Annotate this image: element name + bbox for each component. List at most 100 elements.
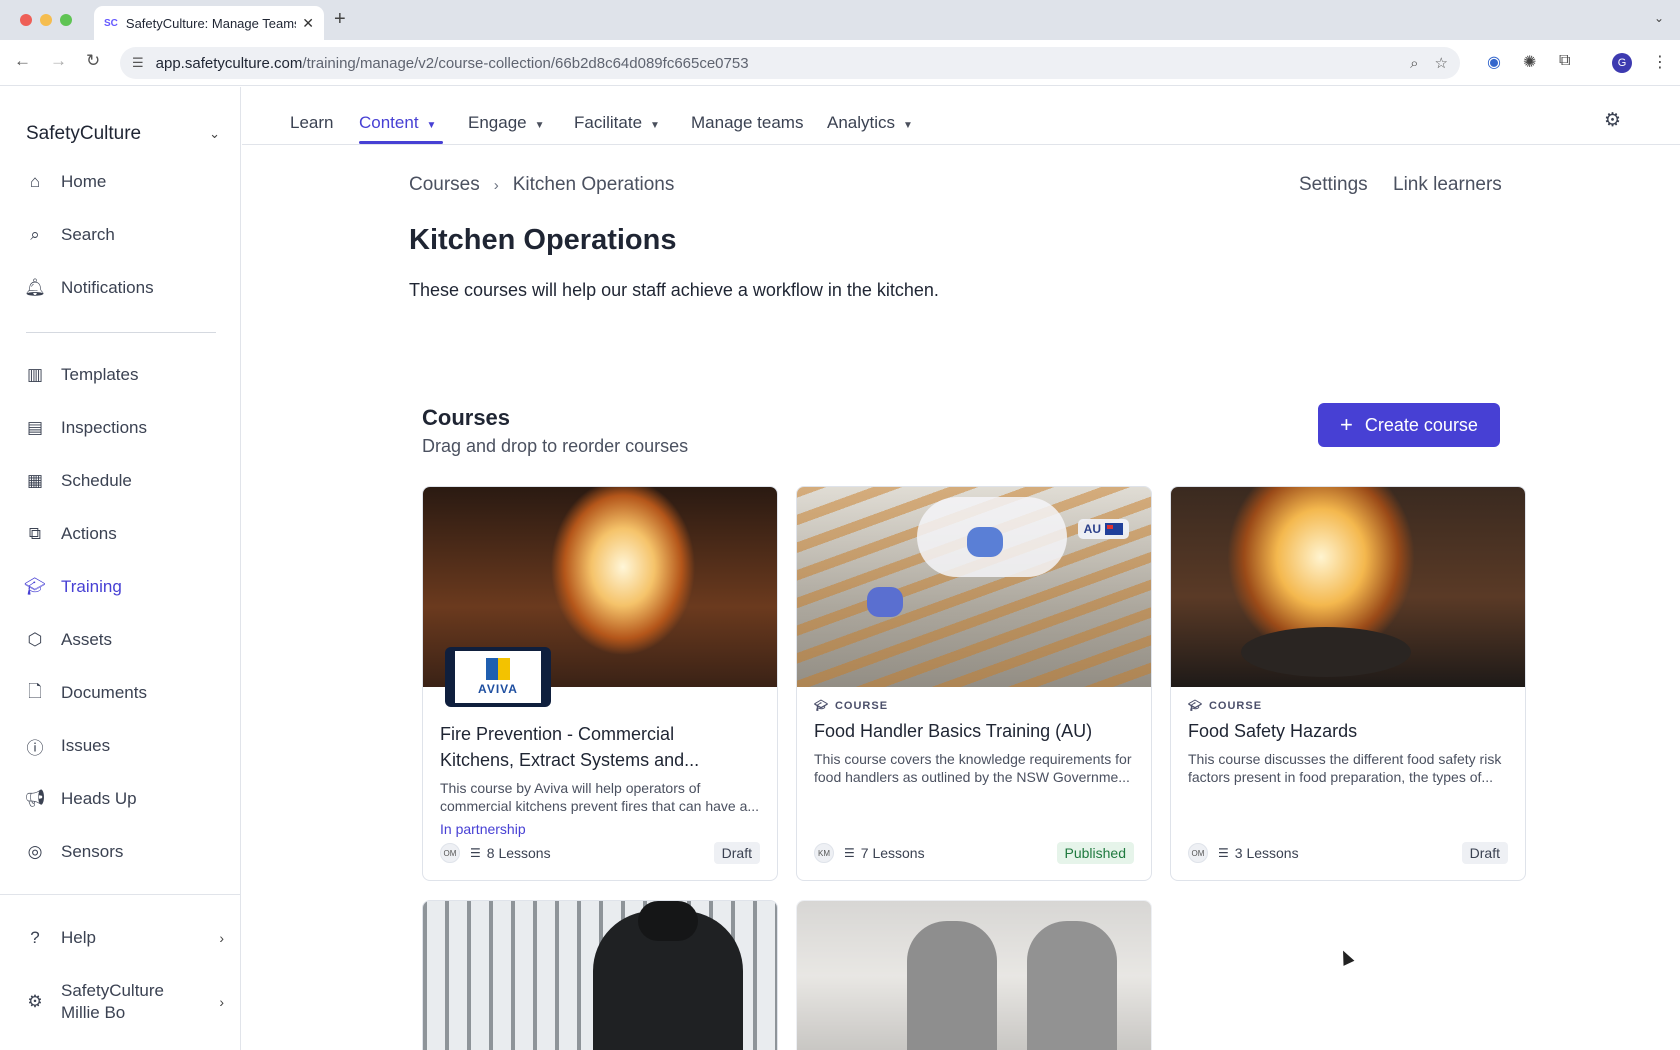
course-title: Fire Prevention - Commercial Kitchens, E… <box>440 721 760 773</box>
sidebar-item-notifications[interactable]: 🔔︎ Notifications <box>24 277 154 299</box>
tab-learn[interactable]: Learn <box>290 113 333 133</box>
course-title: Food Handler Basics Training (AU) <box>814 721 1093 741</box>
tab-facilitate[interactable]: Facilitate ▼ <box>574 113 660 133</box>
settings-link[interactable]: Settings <box>1299 174 1368 196</box>
sidebar-account[interactable]: ⚙ SafetyCulture Millie Bo › <box>24 980 224 1024</box>
maximize-window-button[interactable] <box>60 14 72 26</box>
reload-icon[interactable]: ↻ <box>86 51 100 71</box>
url-domain: app.safetyculture.com <box>155 54 303 72</box>
address-bar[interactable]: ☰ app.safetyculture.com/training/manage/… <box>120 47 1460 79</box>
tab-manage-teams[interactable]: Manage teams <box>691 113 803 133</box>
sidebar-item-label: Documents <box>61 683 147 702</box>
course-card-footer: KM ☰ 7 Lessons Published <box>814 842 1134 864</box>
tab-engage[interactable]: Engage ▼ <box>468 113 545 133</box>
caret-down-icon: ▼ <box>426 120 437 131</box>
settings-gear-icon[interactable]: ⚙ <box>1604 109 1621 132</box>
sidebar-item-label: Sensors <box>61 842 124 861</box>
sidebar-item-assets[interactable]: ⬡ Assets <box>24 629 112 651</box>
caret-down-icon: ▼ <box>534 120 545 131</box>
bell-icon: 🔔︎ <box>24 278 46 297</box>
actions-icon: ⧉ <box>28 524 42 543</box>
org-switcher[interactable]: SafetyCulture ⌄ <box>26 123 220 145</box>
alert-icon: ⓘ <box>26 738 44 758</box>
megaphone-icon: 📢︎ <box>24 789 46 808</box>
course-description-line: This course discusses the different food… <box>1188 751 1502 767</box>
page-title: Kitchen Operations <box>409 224 677 256</box>
sidebar-item-label: Heads Up <box>61 789 137 808</box>
course-card[interactable] <box>796 900 1152 1050</box>
create-course-label: Create course <box>1364 414 1478 435</box>
password-manager-icon[interactable]: ◉ <box>1487 52 1501 72</box>
clipboard-icon: ▤ <box>26 418 44 437</box>
url-text: app.safetyculture.com/training/manage/v2… <box>156 55 1394 72</box>
sidebar-item-label: Actions <box>61 524 117 543</box>
forward-icon[interactable]: → <box>50 51 67 71</box>
safetyculture-favicon-icon: SC <box>104 17 118 29</box>
course-description: This course by Aviva will help operators… <box>440 779 760 815</box>
course-title-line: Kitchens, Extract Systems and... <box>440 750 700 770</box>
sidebar-item-templates[interactable]: ▥ Templates <box>24 364 139 386</box>
browser-tab-active[interactable]: SC SafetyCulture: Manage Teams ✕ <box>94 6 324 40</box>
status-badge: Draft <box>713 842 760 864</box>
aviva-logo: AVIVA <box>445 647 551 707</box>
course-card[interactable]: AU 🎓︎ COURSE Food Handler Basics Training… <box>796 486 1152 881</box>
course-description: This course discusses the different food… <box>1188 750 1508 786</box>
sidebar-item-search[interactable]: ⌕ Search <box>24 224 115 246</box>
sidebar-item-sensors[interactable]: ◎ Sensors <box>24 841 124 863</box>
course-description-line: commercial kitchens prevent fires that c… <box>440 798 760 814</box>
sidebar-help[interactable]: ? Help › <box>24 927 224 949</box>
zoom-icon[interactable]: ⌕ <box>1410 55 1418 72</box>
aviva-logo-inner: AVIVA <box>455 651 541 703</box>
sidebar-item-documents[interactable]: 🗋︎ Documents <box>24 682 147 704</box>
courses-section-subtitle: Drag and drop to reorder courses <box>422 436 689 456</box>
browser-menu-icon[interactable]: ⋮ <box>1652 52 1668 72</box>
tab-analytics[interactable]: Analytics ▼ <box>827 113 913 133</box>
tab-label: Analytics <box>827 113 896 132</box>
close-window-button[interactable] <box>20 14 32 26</box>
sidebar-item-label: Notifications <box>61 278 154 297</box>
sidebar-item-label: Assets <box>61 630 113 649</box>
aviva-mark-icon <box>486 658 510 680</box>
bookmark-star-icon[interactable]: ☆ <box>1435 54 1448 72</box>
list-icon: ☰ <box>1218 846 1229 860</box>
course-kind-text: COURSE <box>1208 699 1263 712</box>
sidebar-item-issues[interactable]: ⓘ Issues <box>24 735 111 758</box>
extensions-puzzle-icon[interactable]: ⧉ <box>1559 52 1570 70</box>
close-tab-icon[interactable]: ✕ <box>302 15 314 32</box>
extension-gear-icon[interactable]: ✺ <box>1523 52 1536 72</box>
course-card[interactable]: 🎓︎ COURSE Food Safety Hazards This course… <box>1170 486 1526 881</box>
course-card-body: 🎓︎ COURSE Food Handler Basics Training (A… <box>814 699 1134 786</box>
course-image-food-handling <box>797 487 1151 687</box>
course-card[interactable]: AVIVA Fire Prevention - Commercial Kitch… <box>422 486 778 881</box>
region-code: AU <box>1083 522 1101 536</box>
profile-avatar[interactable]: G <box>1612 53 1632 73</box>
sidebar-item-label: Home <box>61 172 107 191</box>
sidebar-item-inspections[interactable]: ▤ Inspections <box>24 417 147 439</box>
create-course-button[interactable]: + Create course <box>1318 403 1500 447</box>
lesson-count: 7 Lessons <box>860 845 925 861</box>
sidebar-item-training[interactable]: 🎓︎ Training <box>24 576 122 598</box>
browser-toolbar: ← → ↻ ☰ app.safetyculture.com/training/m… <box>0 40 1680 86</box>
breadcrumb-courses-link[interactable]: Courses <box>409 174 480 196</box>
link-learners-link[interactable]: Link learners <box>1393 174 1502 196</box>
course-description-line: This course by Aviva will help operators… <box>440 780 701 796</box>
graduation-cap-icon: 🎓︎ <box>24 577 46 596</box>
sidebar-item-home[interactable]: ⌂ Home <box>24 171 107 193</box>
sensor-icon: ◎ <box>27 842 43 861</box>
sidebar-item-schedule[interactable]: ▦ Schedule <box>24 470 132 492</box>
back-icon[interactable]: ← <box>14 51 31 71</box>
sidebar-item-actions[interactable]: ⧉ Actions <box>24 523 117 545</box>
tab-label: Engage <box>468 113 527 132</box>
account-name: SafetyCulture Millie Bo <box>61 980 164 1024</box>
course-card-footer: OM ☰ 8 Lessons Draft <box>440 842 760 864</box>
tab-content[interactable]: Content ▼ <box>359 113 436 133</box>
course-card[interactable] <box>422 900 778 1050</box>
site-info-icon[interactable]: ☰ <box>132 55 144 71</box>
new-tab-icon[interactable]: + <box>334 8 346 31</box>
tab-label: Facilitate <box>574 113 643 132</box>
tab-search-chevron-icon[interactable]: ⌄ <box>1654 11 1664 25</box>
course-description: This course covers the knowledge require… <box>814 750 1134 786</box>
minimize-window-button[interactable] <box>40 14 52 26</box>
plus-icon: + <box>1340 412 1353 437</box>
sidebar-item-heads-up[interactable]: 📢︎ Heads Up <box>24 788 137 810</box>
